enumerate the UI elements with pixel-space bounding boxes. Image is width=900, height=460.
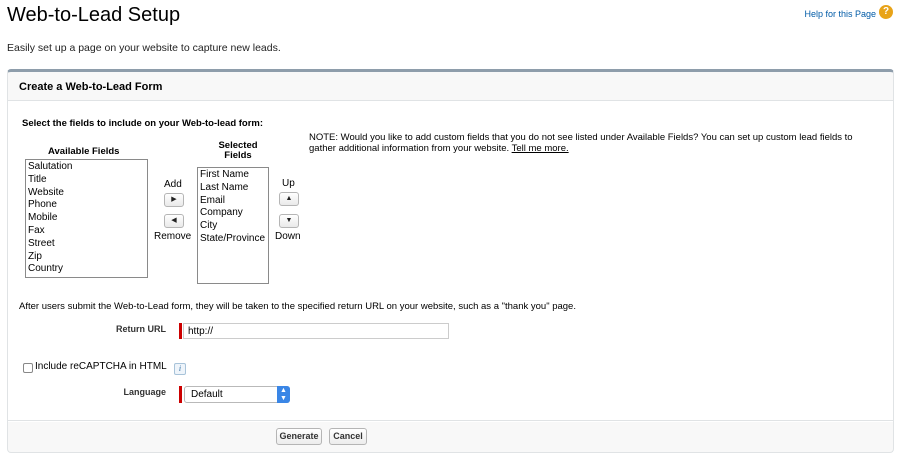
help-icon[interactable]: ?: [879, 5, 893, 19]
select-fields-instruction: Select the fields to include on your Web…: [22, 118, 264, 129]
help-link[interactable]: Help for this Page: [804, 9, 876, 19]
required-indicator: [179, 386, 182, 403]
generate-button[interactable]: Generate: [276, 428, 322, 445]
down-label: Down: [275, 231, 301, 242]
return-url-label: Return URL: [116, 324, 166, 334]
remove-button[interactable]: ◀: [164, 214, 184, 228]
list-item[interactable]: Email: [200, 195, 266, 208]
selected-heading-line2: Fields: [224, 150, 252, 161]
list-item[interactable]: Website: [28, 187, 145, 200]
panel-title: Create a Web-to-Lead Form: [19, 81, 163, 93]
list-item[interactable]: State/Province: [200, 233, 266, 246]
page-description: Easily set up a page on your website to …: [7, 42, 281, 54]
language-selected-value: Default: [191, 389, 223, 400]
list-item[interactable]: Phone: [28, 199, 145, 212]
panel-footer: Generate Cancel: [8, 420, 893, 452]
cancel-button[interactable]: Cancel: [329, 428, 367, 445]
list-item[interactable]: First Name: [200, 169, 266, 182]
triangle-right-icon: ▶: [171, 196, 177, 203]
language-label: Language: [123, 387, 166, 397]
list-item[interactable]: Fax: [28, 225, 145, 238]
add-button[interactable]: ▶: [164, 193, 184, 207]
info-icon[interactable]: i: [174, 363, 186, 375]
page-title: Web-to-Lead Setup: [7, 4, 181, 26]
list-item[interactable]: Last Name: [200, 182, 266, 195]
list-item[interactable]: Company: [200, 207, 266, 220]
recaptcha-label: Include reCAPTCHA in HTML: [35, 361, 167, 372]
list-item[interactable]: Zip: [28, 251, 145, 264]
required-indicator: [179, 323, 182, 339]
triangle-down-icon: ▼: [285, 217, 293, 224]
up-label: Up: [282, 178, 295, 189]
custom-fields-note: NOTE: Would you like to add custom field…: [309, 132, 869, 154]
return-url-info: After users submit the Web-to-Lead form,…: [19, 301, 576, 312]
web-to-lead-panel: Create a Web-to-Lead Form Select the fie…: [7, 69, 894, 453]
up-button[interactable]: ▲: [279, 192, 299, 206]
list-item[interactable]: Mobile: [28, 212, 145, 225]
recaptcha-checkbox[interactable]: [23, 363, 33, 373]
note-text: NOTE: Would you like to add custom field…: [309, 132, 853, 154]
list-item[interactable]: Salutation: [28, 161, 145, 174]
selected-fields-list[interactable]: First Name Last Name Email Company City State…: [197, 167, 269, 284]
chevron-updown-icon: ▲ ▼: [277, 386, 290, 403]
triangle-left-icon: ◀: [171, 217, 177, 224]
list-item[interactable]: Country: [28, 263, 145, 276]
return-url-input[interactable]: http://: [183, 323, 449, 339]
add-label: Add: [164, 179, 182, 190]
list-item[interactable]: Street: [28, 238, 145, 251]
list-item[interactable]: Title: [28, 174, 145, 187]
panel-body: Select the fields to include on your Web…: [8, 101, 893, 422]
available-fields-list[interactable]: Salutation Title Website Phone Mobile Fax Stre…: [25, 159, 148, 278]
down-button[interactable]: ▼: [279, 214, 299, 228]
triangle-up-icon: ▲: [285, 195, 293, 202]
selected-fields-heading: Selected Fields: [213, 141, 263, 161]
panel-header: Create a Web-to-Lead Form: [8, 72, 893, 101]
tell-me-more-link[interactable]: Tell me more.: [512, 143, 569, 154]
remove-label: Remove: [154, 231, 192, 242]
list-item[interactable]: City: [200, 220, 266, 233]
available-fields-heading: Available Fields: [48, 146, 120, 157]
language-select[interactable]: Default ▲ ▼: [184, 386, 290, 403]
